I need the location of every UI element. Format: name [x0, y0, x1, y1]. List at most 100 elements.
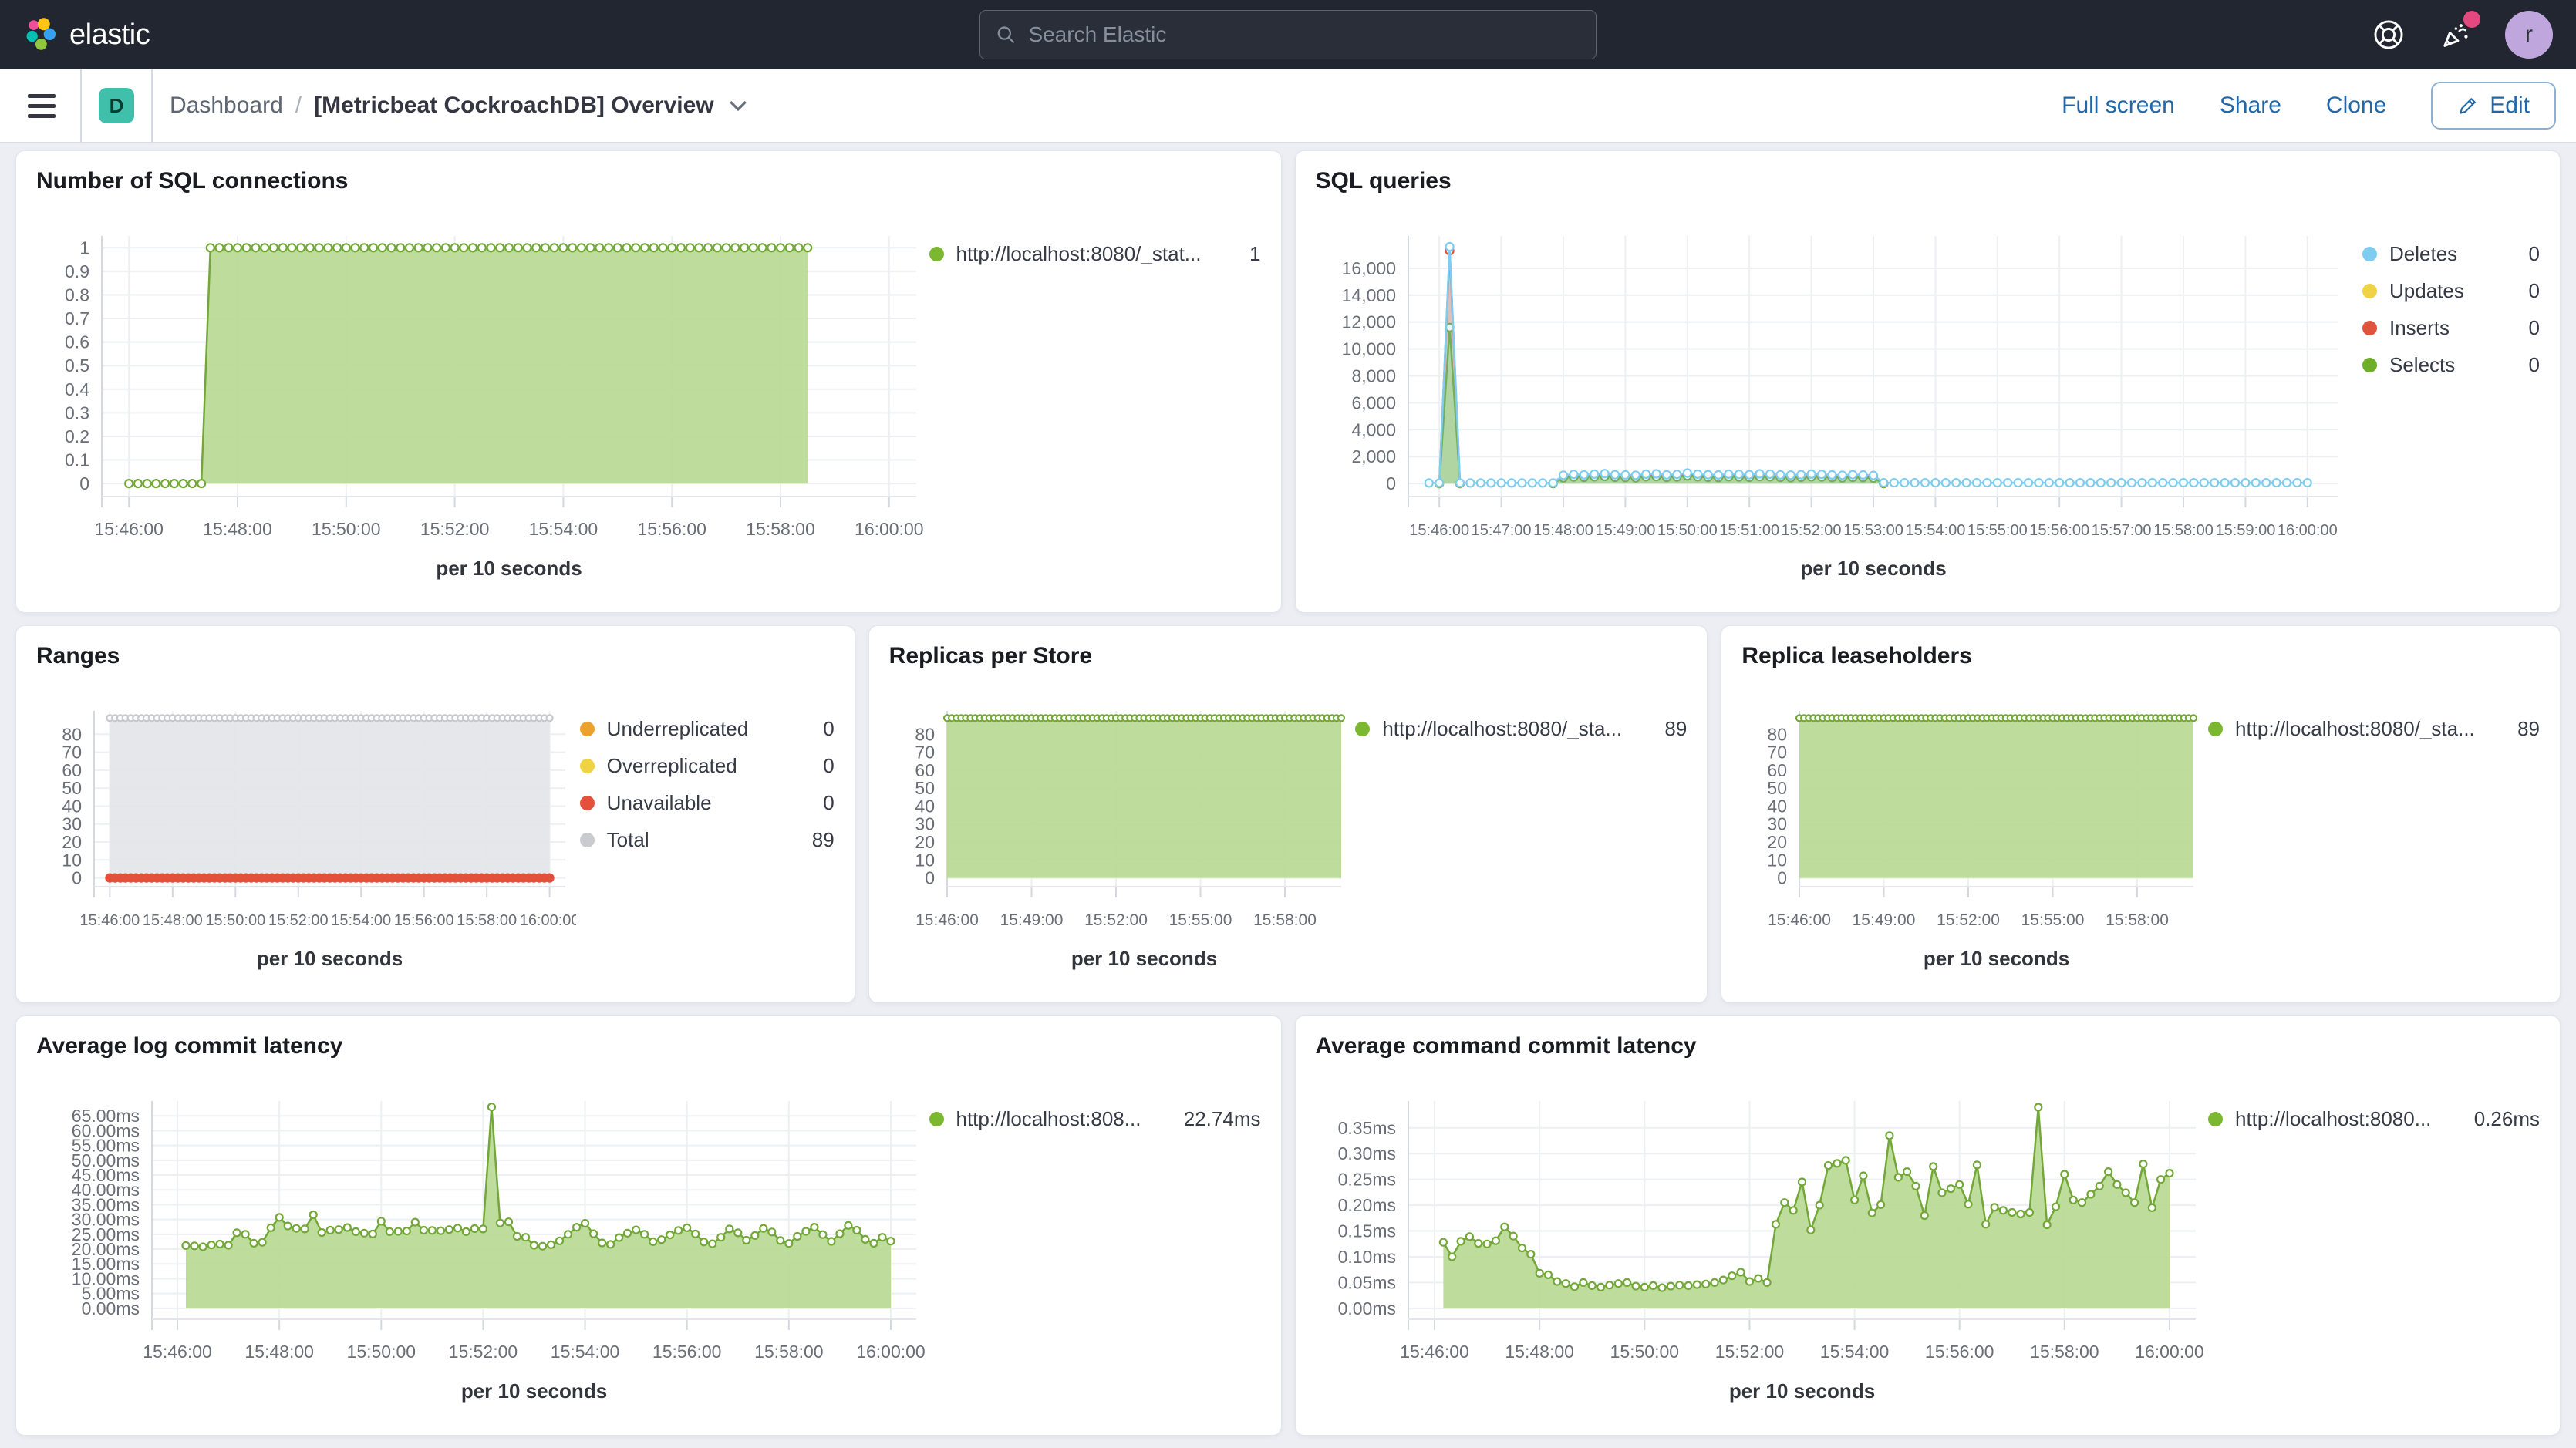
legend-item[interactable]: http://localhost:8080/_stat...1: [929, 242, 1261, 266]
avg-log-commit-latency-chart[interactable]: 65.00ms60.00ms55.00ms50.00ms45.00ms40.00…: [36, 1069, 927, 1435]
svg-text:15:58:00: 15:58:00: [1253, 911, 1317, 929]
user-avatar[interactable]: r: [2505, 11, 2553, 59]
newsfeed-button[interactable]: [2439, 19, 2471, 51]
legend-label: http://localhost:808...: [956, 1107, 1172, 1131]
chart-legend: Deletes0 Updates0 Inserts0 Selects0: [2362, 204, 2540, 612]
svg-text:15:56:00: 15:56:00: [394, 912, 454, 929]
svg-text:15:58:00: 15:58:00: [457, 912, 517, 929]
legend-item[interactable]: http://localhost:8080/_sta... 89: [2208, 717, 2540, 741]
svg-text:20: 20: [915, 832, 935, 852]
legend-item[interactable]: Inserts0: [2362, 316, 2540, 340]
panel-title: Number of SQL connections: [36, 168, 1261, 194]
ranges-chart[interactable]: 8070605040302010015:46:0015:48:0015:50:0…: [36, 679, 576, 1002]
legend-item[interactable]: Unavailable0: [580, 791, 835, 815]
full-screen-button[interactable]: Full screen: [2062, 93, 2175, 119]
svg-text:15:52:00: 15:52:00: [1715, 1342, 1784, 1362]
chart-legend: Underreplicated0 Overreplicated0 Unavailab…: [580, 679, 835, 1002]
breadcrumb-dashboard[interactable]: Dashboard: [170, 93, 283, 119]
legend-item[interactable]: Total89: [580, 828, 835, 852]
global-search[interactable]: [979, 10, 1597, 59]
elastic-logo: elastic: [23, 18, 150, 52]
svg-text:16:00:00: 16:00:00: [520, 912, 576, 929]
panel-sql-connections: Number of SQL connections 10.90.80.70.60…: [15, 150, 1282, 613]
svg-text:15:54:00: 15:54:00: [551, 1342, 620, 1362]
clone-button[interactable]: Clone: [2326, 93, 2386, 119]
svg-text:70: 70: [62, 743, 82, 763]
svg-text:0.35ms: 0.35ms: [1337, 1118, 1395, 1138]
svg-text:30: 30: [62, 814, 82, 834]
svg-text:0.6: 0.6: [65, 332, 89, 352]
legend-dot: [580, 722, 595, 736]
legend-item[interactable]: Deletes0: [2362, 242, 2540, 266]
svg-text:0.1: 0.1: [65, 450, 89, 470]
legend-value: 0: [2529, 316, 2540, 340]
legend-item[interactable]: Underreplicated0: [580, 717, 835, 741]
svg-text:per 10 seconds: per 10 seconds: [461, 1379, 607, 1403]
chart-legend: http://localhost:8080/_sta...89: [1355, 679, 1687, 1002]
legend-dot: [929, 1112, 944, 1126]
legend-item[interactable]: Overreplicated0: [580, 754, 835, 778]
svg-text:0.30ms: 0.30ms: [1337, 1143, 1395, 1163]
svg-text:15:52:00: 15:52:00: [449, 1342, 518, 1362]
avg-command-commit-latency-chart[interactable]: 0.35ms0.30ms0.25ms0.20ms0.15ms0.10ms0.05…: [1316, 1069, 2207, 1435]
legend-item[interactable]: Updates0: [2362, 279, 2540, 303]
legend-value: 89: [812, 828, 835, 852]
sql-queries-chart[interactable]: 16,00014,00012,00010,0008,0006,0004,0002…: [1316, 204, 2349, 612]
svg-text:15:57:00: 15:57:00: [2091, 522, 2151, 539]
menu-button[interactable]: [20, 89, 63, 123]
sql-connections-chart[interactable]: 10.90.80.70.60.50.40.30.20.1015:46:0015:…: [36, 204, 927, 612]
chevron-down-icon: [728, 98, 748, 113]
panel-replicas-per-store: Replicas per Store 8070605040302010015:4…: [868, 625, 1708, 1003]
search-input[interactable]: [1028, 22, 1580, 47]
svg-text:15:50:00: 15:50:00: [1610, 1342, 1679, 1362]
dashboard-app-badge[interactable]: D: [99, 88, 134, 123]
svg-text:15:54:00: 15:54:00: [1905, 522, 1965, 539]
replicas-per-store-chart[interactable]: 8070605040302010015:46:0015:49:0015:52:0…: [889, 679, 1352, 1002]
legend-label: http://localhost:8080/_sta...: [1382, 717, 1652, 741]
svg-text:15:50:00: 15:50:00: [312, 519, 381, 539]
legend-label: http://localhost:8080/_sta...: [2235, 717, 2505, 741]
svg-text:15:46:00: 15:46:00: [1409, 522, 1469, 539]
svg-text:20: 20: [62, 832, 82, 852]
svg-text:40: 40: [1768, 796, 1788, 816]
legend-item[interactable]: http://localhost:8080...0.26ms: [2208, 1107, 2540, 1131]
svg-text:15:52:00: 15:52:00: [268, 912, 329, 929]
legend-dot: [929, 247, 944, 261]
svg-text:15:56:00: 15:56:00: [637, 519, 706, 539]
svg-text:0.00ms: 0.00ms: [1337, 1298, 1395, 1318]
legend-value: 0: [2529, 279, 2540, 303]
share-button[interactable]: Share: [2220, 93, 2281, 119]
svg-text:16:00:00: 16:00:00: [2277, 522, 2337, 539]
legend-item[interactable]: http://localhost:8080/_sta...89: [1355, 717, 1687, 741]
legend-item[interactable]: http://localhost:808...22.74ms: [929, 1107, 1261, 1131]
chart-legend: http://localhost:8080/_stat...1: [929, 204, 1261, 612]
svg-text:15:52:00: 15:52:00: [1781, 522, 1841, 539]
svg-text:6,000: 6,000: [1351, 392, 1396, 413]
svg-text:15:46:00: 15:46:00: [79, 912, 140, 929]
legend-item[interactable]: Selects0: [2362, 353, 2540, 377]
svg-text:4,000: 4,000: [1351, 419, 1396, 439]
help-button[interactable]: [2372, 19, 2405, 51]
title-menu-caret[interactable]: [728, 98, 748, 113]
svg-text:15:55:00: 15:55:00: [2021, 911, 2085, 929]
svg-text:80: 80: [62, 724, 82, 744]
edit-button[interactable]: Edit: [2431, 82, 2556, 130]
replica-leaseholders-chart[interactable]: 8070605040302010015:46:0015:49:0015:52:0…: [1741, 679, 2204, 1002]
svg-text:15:53:00: 15:53:00: [1843, 522, 1903, 539]
legend-dot: [2362, 247, 2377, 261]
svg-text:30: 30: [1768, 814, 1788, 834]
svg-text:10: 10: [62, 850, 82, 870]
elastic-logo-icon: [23, 18, 57, 52]
panel-ranges: Ranges 8070605040302010015:46:0015:48:00…: [15, 625, 855, 1003]
notification-dot: [2463, 11, 2480, 28]
svg-text:0.9: 0.9: [65, 261, 89, 281]
svg-text:50: 50: [62, 778, 82, 798]
svg-text:15:48:00: 15:48:00: [244, 1342, 314, 1362]
svg-text:0.00ms: 0.00ms: [82, 1298, 140, 1318]
svg-text:15:48:00: 15:48:00: [1533, 522, 1593, 539]
svg-text:15:49:00: 15:49:00: [1853, 911, 1916, 929]
legend-value: 89: [2517, 717, 2540, 741]
legend-dot: [580, 833, 595, 847]
svg-text:15:58:00: 15:58:00: [2106, 911, 2169, 929]
chart-legend: http://localhost:8080/_sta... 89: [2208, 679, 2540, 1002]
